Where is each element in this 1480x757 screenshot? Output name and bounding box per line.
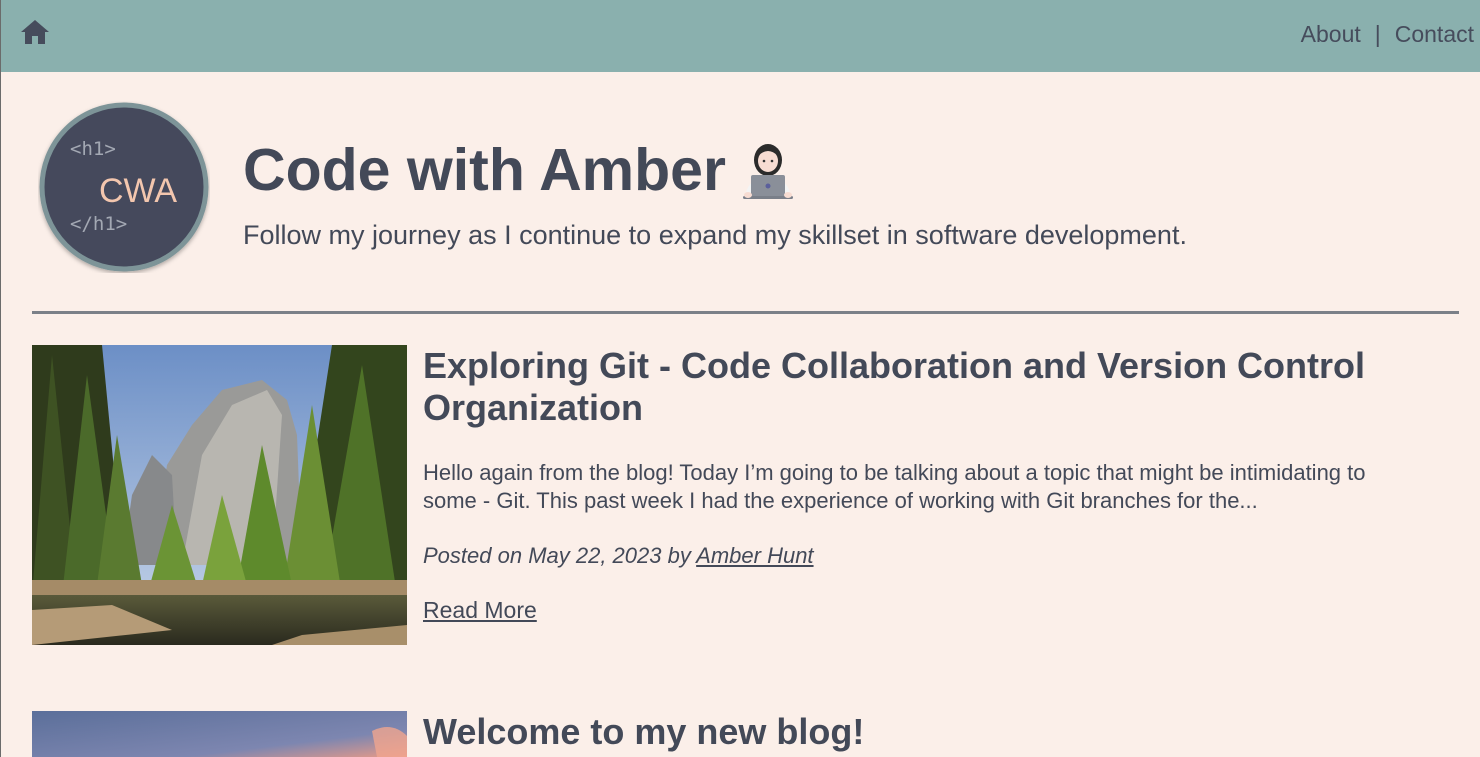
woman-technologist-icon — [743, 144, 793, 199]
site-logo[interactable]: <h1> CWA </h1> — [38, 101, 210, 273]
logo-text: CWA — [99, 172, 177, 210]
post-image-sunset[interactable] — [32, 711, 407, 757]
home-icon[interactable] — [20, 18, 50, 46]
header-divider — [32, 311, 1459, 314]
site-title: Code with Amber — [243, 137, 726, 203]
post-content: Welcome to my new blog! — [423, 711, 1423, 753]
nav-separator: | — [1374, 21, 1381, 47]
post-excerpt: Hello again from the blog! Today I’m goi… — [423, 460, 1366, 513]
nav-about-link[interactable]: About — [1301, 21, 1361, 47]
post-author-link[interactable]: Amber Hunt — [696, 543, 813, 568]
post-content: Exploring Git - Code Collaboration and V… — [423, 345, 1423, 624]
read-more-link[interactable]: Read More — [423, 597, 537, 624]
post-image-forest-mountain[interactable] — [32, 345, 407, 645]
post-title[interactable]: Exploring Git - Code Collaboration and V… — [423, 345, 1423, 429]
logo-line2: </h1> — [70, 213, 127, 235]
post-meta: Posted on May 22, 2023 by Amber Hunt — [423, 543, 1423, 569]
post-title[interactable]: Welcome to my new blog! — [423, 711, 1423, 753]
nav-links: About | Contact — [1301, 21, 1474, 48]
nav-contact-link[interactable]: Contact — [1395, 21, 1474, 47]
post-date: Posted on May 22, 2023 by — [423, 543, 697, 568]
top-nav-bar: About | Contact — [1, 0, 1480, 72]
site-subtitle: Follow my journey as I continue to expan… — [243, 220, 1187, 250]
logo-line1: <h1> — [70, 138, 116, 160]
